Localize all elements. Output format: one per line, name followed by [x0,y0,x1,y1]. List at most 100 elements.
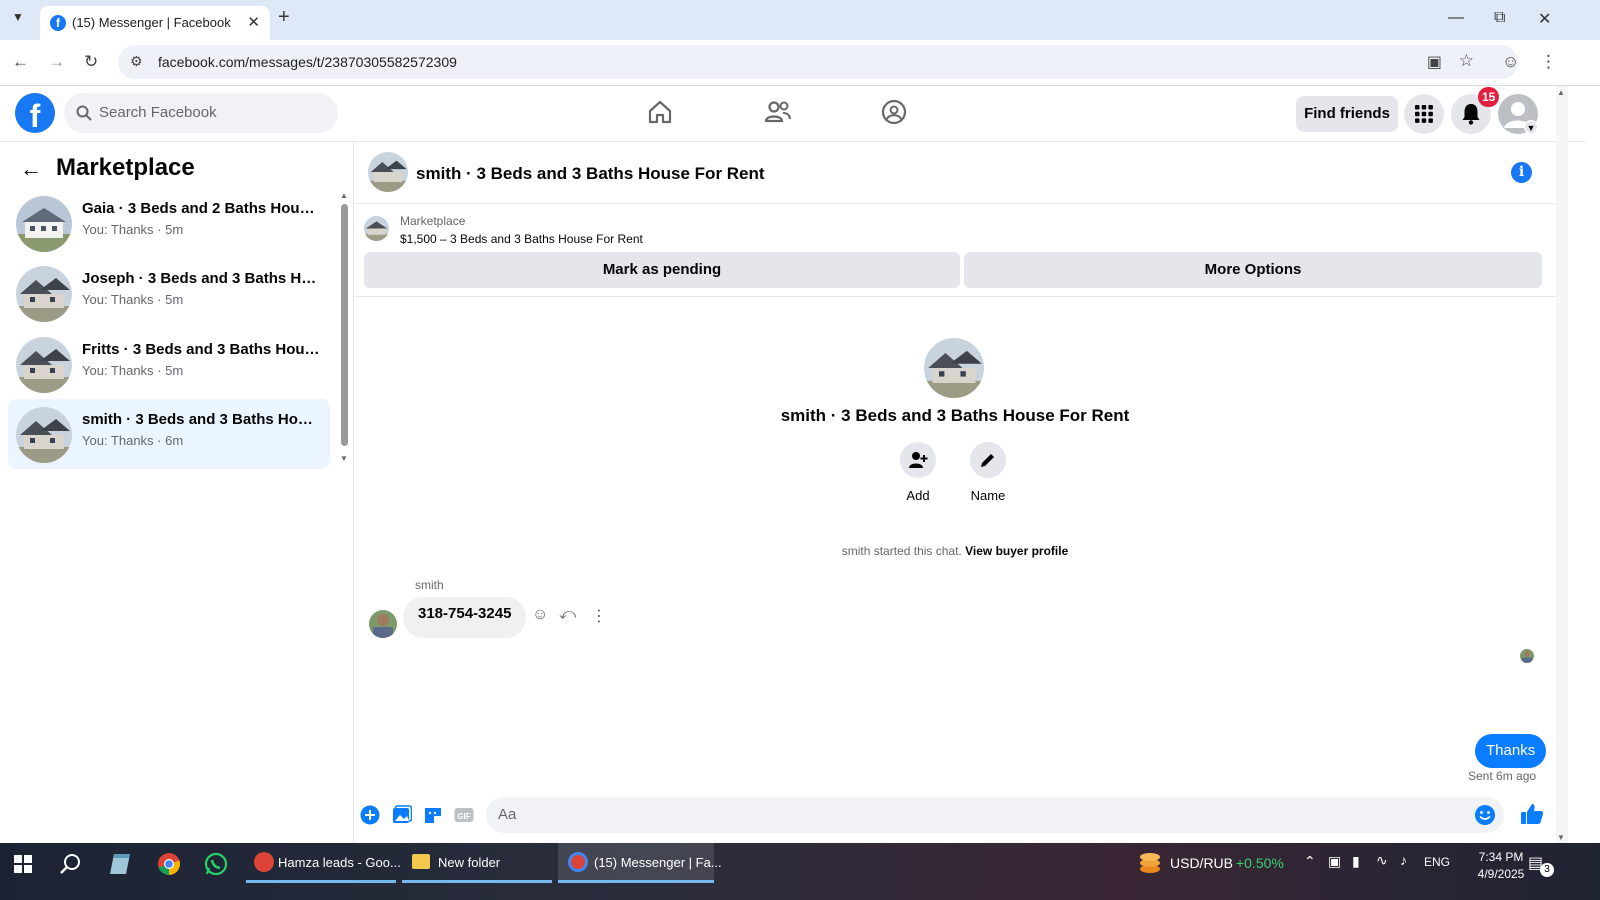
sidebar-title: Marketplace [56,154,195,181]
taskbar-task-folder[interactable]: New folder [402,843,552,883]
view-buyer-profile-link[interactable]: View buyer profile [965,544,1068,558]
mark-as-pending-button[interactable]: Mark as pending [364,252,960,288]
task-label: New folder [438,855,501,870]
name-chat-button[interactable]: Name [958,442,1018,503]
conversation-snippet: You: Thanks · 5m [82,222,184,237]
chrome-app-icon[interactable] [157,852,181,876]
sender-avatar[interactable] [369,610,397,638]
restore-icon[interactable]: ⧉ [1494,9,1505,27]
conversation-snippet: You: Thanks · 5m [82,363,184,378]
sidebar-scrollbar[interactable] [341,204,348,446]
home-icon[interactable] [647,99,673,125]
facebook-logo[interactable]: f [15,93,55,134]
more-actions-icon[interactable]: ⋮ [591,606,607,626]
conversation-item[interactable]: Fritts · 3 Beds and 3 Baths House For Re… [8,329,330,399]
more-options-button[interactable]: More Options [964,252,1542,288]
tab-search-icon[interactable]: ▼ [12,10,24,24]
forward-icon[interactable]: → [48,52,65,72]
currency-widget-icon[interactable] [1138,851,1162,875]
address-bar[interactable]: ⚙ facebook.com/messages/t/23870305582572… [118,45,1518,79]
install-app-icon[interactable]: ▣ [1427,52,1442,72]
minimize-icon[interactable]: — [1448,9,1464,27]
account-avatar[interactable]: ▼ [1498,94,1538,134]
scroll-down-icon[interactable]: ▼ [340,454,348,463]
profile-icon[interactable]: ☺ [1502,52,1519,72]
outgoing-message-bubble[interactable]: Thanks [1475,734,1547,768]
emoji-icon[interactable] [1474,804,1496,826]
task-label: Hamza leads - Goo... [278,855,401,870]
conversation-snippet: You: Thanks · 6m [82,433,184,448]
info-icon[interactable]: i [1511,162,1532,183]
conversation-name: Joseph · 3 Beds and 3 Baths House For Re… [82,270,322,287]
house-thumbnail [16,337,72,393]
url-text: facebook.com/messages/t/2387030558257230… [158,54,457,70]
sent-status: Sent 6m ago [1468,769,1537,783]
close-tab-icon[interactable]: ✕ [247,13,260,31]
search-placeholder: Search Facebook [99,104,217,121]
language-indicator[interactable]: ENG [1424,855,1450,869]
photo-icon[interactable] [392,805,412,825]
chat-avatar[interactable] [368,152,408,192]
conversation-item-active[interactable]: smith · 3 Beds and 3 Baths House For Ren… [8,399,330,469]
chat-title[interactable]: smith · 3 Beds and 3 Baths House For Ren… [416,164,765,184]
react-emoji-icon[interactable]: ☺ [532,606,548,624]
message-composer: GIF Aa [355,794,1555,844]
browser-menu-icon[interactable]: ⋮ [1540,52,1557,72]
thumbs-up-icon[interactable] [1520,802,1544,826]
taskbar-task-messenger[interactable]: (15) Messenger | Fa... [558,843,722,883]
chrome-profile-icon [568,852,588,872]
name-label: Name [970,488,1006,503]
browser-tab[interactable]: f (15) Messenger | Facebook ✕ [40,6,270,40]
notepad-app-icon[interactable] [110,852,132,876]
incoming-message-bubble[interactable]: 318-754-3245 [403,597,527,638]
page-scroll-up-icon[interactable]: ▲ [1557,88,1565,97]
started-text: smith started this chat. [841,544,962,558]
wifi-icon[interactable]: ∿ [1376,852,1388,869]
sender-name: smith [415,578,444,592]
whatsapp-app-icon[interactable] [204,852,228,876]
scroll-up-icon[interactable]: ▲ [340,191,348,200]
marketplace-label: Marketplace [400,214,466,228]
close-window-icon[interactable]: ✕ [1538,9,1551,29]
taskbar-search-icon[interactable] [60,853,82,875]
find-friends-button[interactable]: Find friends [1296,96,1398,132]
back-icon[interactable]: ← [12,52,29,72]
sticker-icon[interactable] [423,805,443,825]
gif-icon[interactable]: GIF [454,805,474,825]
groups-icon[interactable] [881,99,907,125]
reload-icon[interactable]: ↻ [84,52,98,72]
house-thumbnail [16,266,72,322]
conversation-name: smith · 3 Beds and 3 Baths House For Ren… [82,411,322,428]
facebook-search[interactable]: Search Facebook [64,93,338,133]
seen-indicator-avatar [1520,649,1534,663]
reply-icon[interactable]: ⤺ [559,606,576,624]
page-scrollbar[interactable]: ▲ ▼ [1556,86,1568,844]
plus-circle-icon[interactable] [360,805,380,825]
friends-icon[interactable] [764,99,792,125]
conversation-name: Fritts · 3 Beds and 3 Baths House For Re… [82,341,322,358]
menu-button[interactable] [1404,94,1444,134]
volume-icon[interactable]: ♪ [1400,852,1407,868]
bookmark-star-icon[interactable]: ☆ [1459,51,1474,71]
page-scroll-down-icon[interactable]: ▼ [1557,833,1565,842]
windows-start-icon[interactable] [14,855,32,873]
meet-now-icon[interactable]: ▣ [1328,853,1341,870]
conversation-item[interactable]: Gaia · 3 Beds and 2 Baths House For Rent… [8,188,330,258]
bell-icon [1462,104,1480,125]
conversation-item[interactable]: Joseph · 3 Beds and 3 Baths House For Re… [8,258,330,328]
ticker-change: +0.50% [1236,855,1284,871]
ticker-symbol[interactable]: USD/RUB [1170,855,1233,871]
chat-started-notice: smith started this chat. View buyer prof… [355,544,1555,558]
site-settings-icon[interactable]: ⚙ [130,53,143,70]
battery-icon[interactable]: ▮ [1352,853,1360,870]
new-tab-icon[interactable]: + [278,6,290,29]
browser-toolbar: ← → ↻ ⚙ facebook.com/messages/t/23870305… [0,40,1600,86]
chevron-up-icon[interactable]: ⌃ [1304,853,1316,870]
chrome-profile-icon [254,852,274,872]
taskbar-task-sheets[interactable]: Hamza leads - Goo... [246,843,401,883]
add-member-button[interactable]: Add [888,442,948,503]
profile-avatar[interactable] [924,338,984,398]
listing-description[interactable]: $1,500 – 3 Beds and 3 Baths House For Re… [400,232,643,246]
message-input[interactable]: Aa [486,797,1504,833]
back-arrow-icon[interactable]: ← [20,156,42,182]
